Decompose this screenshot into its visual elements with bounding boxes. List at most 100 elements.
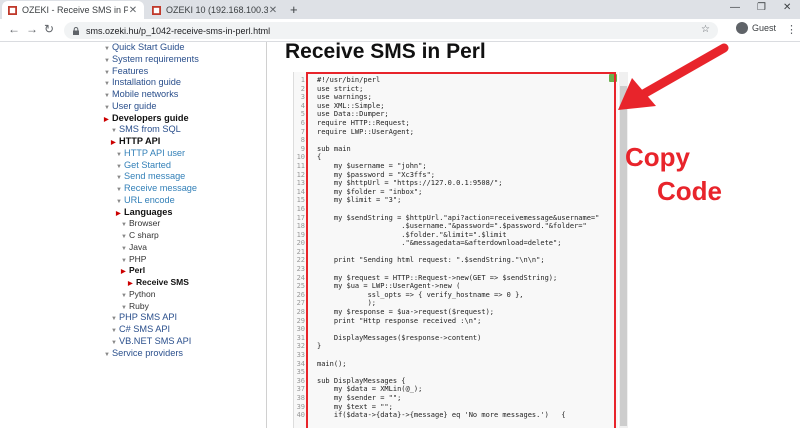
line-number: 39 — [296, 402, 305, 411]
sidebar-item-label: C# SMS API — [119, 324, 171, 334]
new-tab-icon[interactable]: + — [290, 2, 298, 17]
line-number: 33 — [296, 351, 305, 359]
bullet-icon: ▼ — [104, 57, 110, 64]
sidebar-item-features[interactable]: ▼ Features — [104, 66, 148, 76]
line-number: 30 — [296, 325, 305, 334]
sidebar-item-label: C sharp — [129, 230, 159, 240]
browser-menu-icon[interactable]: ⋮ — [786, 23, 797, 36]
sidebar-item-label: Developers guide — [112, 112, 189, 123]
sidebar-item-java[interactable]: ▼ Java — [121, 242, 147, 252]
bullet-icon: ▼ — [116, 187, 122, 193]
minimize-icon[interactable]: — — [730, 2, 740, 13]
sidebar-item-http-api-user[interactable]: ▼ HTTP API user — [116, 148, 185, 158]
address-bar[interactable]: sms.ozeki.hu/p_1042-receive-sms-in-perl.… — [64, 22, 718, 39]
bullet-icon: ▼ — [104, 81, 110, 88]
sidebar-item-label: Receive SMS — [136, 277, 189, 287]
ozeki-favicon-icon — [152, 5, 161, 15]
bullet-icon: ▼ — [121, 304, 127, 311]
sidebar-item-label: Receive message — [124, 183, 198, 193]
line-number: 19 — [296, 230, 305, 239]
line-number: 37 — [296, 385, 305, 394]
code-scrollbar-thumb[interactable] — [620, 86, 627, 426]
sidebar-item-developers-guide[interactable]: ▶ Developers guide — [104, 113, 189, 123]
arrow-icon — [618, 43, 729, 110]
sidebar-item-label: Service providers — [112, 347, 183, 358]
line-number: 21 — [296, 247, 305, 256]
sidebar-item-receive-message[interactable]: ▼ Receive message — [116, 183, 197, 193]
line-number: 5 — [300, 110, 305, 119]
window-close-icon[interactable]: ✕ — [783, 2, 791, 13]
bullet-icon: ▼ — [111, 339, 117, 346]
sidebar-item-browser[interactable]: ▼ Browser — [121, 218, 160, 228]
line-numbers: 1 2 3 4 5 6 7 8 9 10 11 12 13 14 15 16 17 18 19 20 21 22 23 24 2… — [293, 76, 305, 420]
bullet-icon: ▶ — [111, 140, 116, 146]
maximize-icon[interactable]: ❐ — [757, 2, 766, 13]
bullet-icon: ▶ — [104, 116, 109, 123]
line-number: 32 — [296, 342, 305, 351]
sidebar-item-label: Python — [129, 288, 156, 299]
avatar — [736, 22, 748, 34]
sidebar-item-perl[interactable]: ▶ Perl — [121, 265, 145, 275]
sidebar-item-receive-sms[interactable]: ▶ Receive SMS — [128, 277, 189, 287]
tab-ozeki-10[interactable]: OZEKI 10 (192.168.100.3) ✕ — [146, 1, 284, 19]
line-number: 18 — [296, 222, 305, 231]
annotation-code: Code — [657, 176, 722, 206]
line-number: 35 — [296, 368, 305, 377]
sidebar-item-send-message[interactable]: ▼ Send message — [116, 171, 185, 181]
line-number: 23 — [296, 265, 305, 274]
line-number: 9 — [300, 144, 305, 153]
bullet-icon: ▼ — [121, 222, 127, 229]
sidebar-item-installation-guide[interactable]: ▼ Installation guide — [104, 77, 181, 87]
line-number: 34 — [296, 359, 305, 368]
ozeki-favicon-icon — [8, 5, 17, 15]
sidebar-item-label: HTTP API user — [124, 147, 186, 158]
reload-icon[interactable]: ↻ — [44, 22, 54, 36]
line-number: 16 — [296, 204, 305, 213]
sidebar-item-ruby[interactable]: ▼ Ruby — [121, 301, 149, 311]
sidebar-item-sms-from-sql[interactable]: ▼ SMS from SQL — [111, 124, 181, 134]
close-tab-icon[interactable]: ✕ — [268, 5, 278, 16]
sidebar-item-mobile-networks[interactable]: ▼ Mobile networks — [104, 89, 178, 99]
sidebar-item-http-api[interactable]: ▶ HTTP API — [111, 136, 160, 146]
line-number: 22 — [296, 256, 305, 265]
tab-title: OZEKI - Receive SMS in Perl — [22, 5, 128, 15]
page-title: Receive SMS in Perl — [285, 40, 486, 63]
sidebar-item-c-sms-api[interactable]: ▼ C# SMS API — [111, 324, 170, 334]
sidebar-item-label: Java — [129, 241, 147, 252]
sidebar-item-php-sms-api[interactable]: ▼ PHP SMS API — [111, 312, 177, 322]
sidebar-item-label: Get Started — [124, 159, 171, 170]
sidebar-item-system-requirements[interactable]: ▼ System requirements — [104, 54, 199, 64]
bullet-icon: ▼ — [121, 245, 127, 252]
sidebar-item-label: Ruby — [129, 300, 149, 311]
line-number: 11 — [296, 161, 305, 170]
close-tab-icon[interactable]: ✕ — [128, 5, 138, 16]
bullet-icon: ▼ — [116, 151, 122, 158]
line-number: 15 — [296, 196, 305, 205]
profile-button[interactable]: Guest — [736, 22, 776, 34]
bullet-icon: ▼ — [116, 175, 122, 182]
line-number: 6 — [300, 118, 305, 127]
back-icon[interactable]: ← — [8, 22, 20, 36]
sidebar-item-get-started[interactable]: ▼ Get Started — [116, 160, 171, 170]
line-number: 25 — [296, 282, 305, 291]
bullet-icon: ▼ — [116, 198, 122, 205]
url-text: sms.ozeki.hu/p_1042-receive-sms-in-perl.… — [86, 25, 271, 36]
sidebar-item-python[interactable]: ▼ Python — [121, 289, 155, 299]
sidebar-item-label: PHP SMS API — [119, 312, 178, 323]
bookmark-star-icon[interactable]: ☆ — [701, 24, 710, 35]
sidebar-item-php[interactable]: ▼ PHP — [121, 254, 146, 264]
sidebar-item-languages[interactable]: ▶ Languages — [116, 207, 173, 217]
bullet-icon: ▶ — [116, 210, 121, 217]
sidebar-item-url-encode[interactable]: ▼ URL encode — [116, 195, 175, 205]
sidebar-item-vb-net-sms-api[interactable]: ▼ VB.NET SMS API — [111, 336, 191, 346]
sidebar-item-user-guide[interactable]: ▼ User guide — [104, 101, 156, 111]
line-number: 7 — [300, 127, 305, 136]
sidebar-item-quick-start-guide[interactable]: ▼ Quick Start Guide — [104, 42, 185, 52]
sidebar-item-service-providers[interactable]: ▼ Service providers — [104, 348, 183, 358]
forward-icon[interactable]: → — [26, 22, 38, 36]
line-number: 20 — [296, 239, 305, 248]
sidebar-item-c-sharp[interactable]: ▼ C sharp — [121, 230, 159, 240]
annotation-copy: Copy — [625, 142, 690, 172]
bullet-icon: ▼ — [121, 234, 127, 240]
tab-receive-sms-perl[interactable]: OZEKI - Receive SMS in Perl ✕ — [2, 1, 144, 19]
